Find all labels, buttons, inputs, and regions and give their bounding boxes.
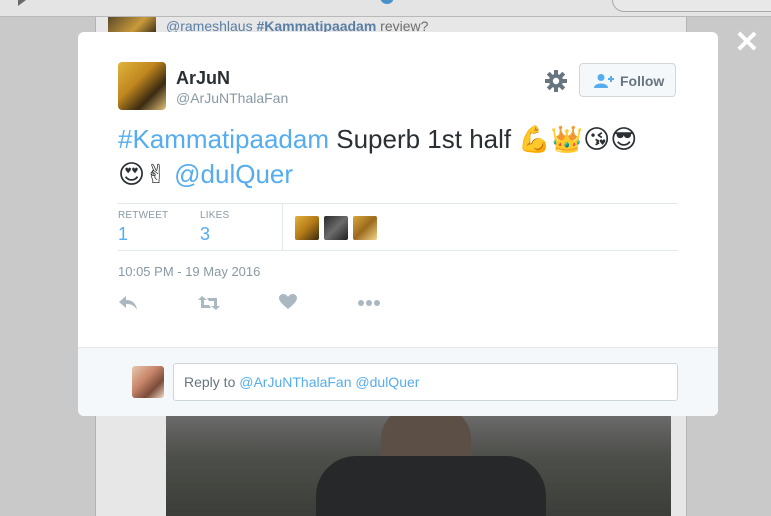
liker-avatar[interactable] bbox=[295, 216, 319, 240]
retweet-count: 1 bbox=[118, 224, 129, 244]
top-navigation-bar bbox=[0, 0, 771, 17]
reply-icon[interactable] bbox=[118, 294, 142, 316]
background-tweet-photo[interactable] bbox=[166, 416, 671, 516]
twitter-logo-icon[interactable] bbox=[380, 0, 394, 4]
background-tweet-avatar[interactable] bbox=[108, 17, 156, 33]
tweet-emojis-line2: 😍✌ bbox=[118, 160, 167, 190]
follow-person-icon bbox=[594, 73, 614, 92]
likes-count: 3 bbox=[200, 224, 211, 244]
likes-stat[interactable]: LIKES 3 bbox=[200, 210, 229, 245]
liker-avatar[interactable] bbox=[353, 216, 377, 240]
author-avatar[interactable] bbox=[118, 62, 166, 110]
heart-icon[interactable] bbox=[279, 294, 303, 316]
reply-mention-author: @ArJuNThalaFan bbox=[239, 374, 352, 390]
gear-icon[interactable] bbox=[544, 69, 570, 95]
tweet-actions bbox=[118, 294, 418, 318]
author-handle[interactable]: @ArJuNThalaFan bbox=[176, 90, 288, 106]
reply-input[interactable]: Reply to @ArJuNThalaFan @dulQuer bbox=[173, 363, 678, 401]
more-icon[interactable] bbox=[358, 294, 382, 316]
tweet-mention[interactable]: @dulQuer bbox=[174, 159, 293, 189]
search-input[interactable] bbox=[612, 0, 771, 12]
home-icon[interactable] bbox=[18, 0, 26, 6]
tweet-modal: ArJuN @ArJuNThalaFan Follow #Kammatipaad… bbox=[78, 32, 718, 416]
photo-shirt bbox=[316, 456, 546, 516]
tweet-stats: RETWEET 1 LIKES 3 bbox=[118, 203, 678, 251]
author-name[interactable]: ArJuN bbox=[176, 68, 230, 89]
reply-prefix: Reply to bbox=[184, 374, 240, 390]
close-icon[interactable]: ✕ bbox=[734, 28, 760, 58]
reply-bar: Reply to @ArJuNThalaFan @dulQuer bbox=[78, 347, 718, 416]
tweet-hashtag[interactable]: #Kammatipaadam bbox=[118, 124, 329, 154]
retweet-stat[interactable]: RETWEET 1 bbox=[118, 210, 168, 245]
current-user-avatar[interactable] bbox=[132, 366, 164, 398]
stats-divider bbox=[282, 204, 283, 250]
follow-label: Follow bbox=[620, 73, 665, 89]
liker-avatar[interactable] bbox=[324, 216, 348, 240]
tweet-body: Superb 1st half bbox=[329, 124, 519, 154]
reply-mention-second: @dulQuer bbox=[355, 374, 420, 390]
likes-count-label: LIKES bbox=[200, 210, 230, 221]
tweet-timestamp[interactable]: 10:05 PM - 19 May 2016 bbox=[118, 264, 260, 279]
retweet-count-label: RETWEET bbox=[118, 210, 169, 221]
tweet-text: #Kammatipaadam Superb 1st half 💪👑😘😎 😍✌ @… bbox=[118, 122, 688, 192]
follow-button[interactable]: Follow bbox=[579, 63, 676, 97]
retweet-icon[interactable] bbox=[198, 294, 222, 316]
tweet-emojis-line1: 💪👑😘😎 bbox=[518, 125, 638, 155]
